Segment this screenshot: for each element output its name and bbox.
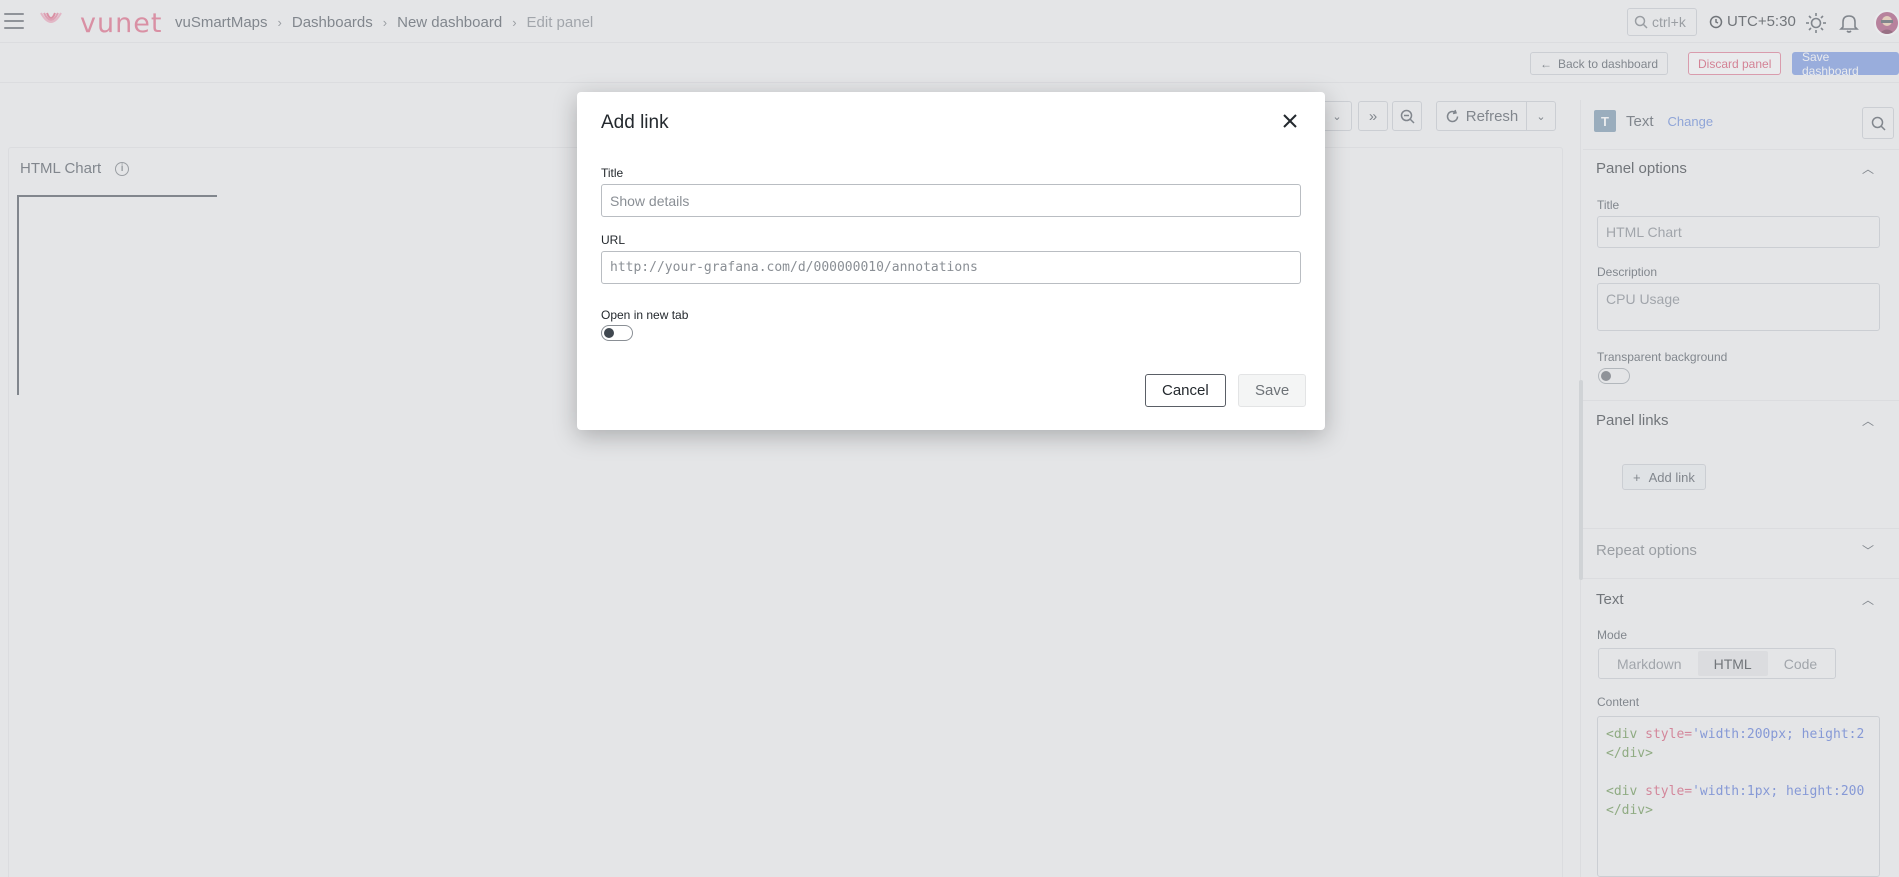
open-in-new-tab-toggle[interactable] — [601, 325, 633, 341]
link-title-label: Title — [601, 166, 624, 180]
close-icon[interactable] — [1280, 111, 1300, 131]
link-title-input[interactable] — [601, 184, 1301, 217]
modal-title: Add link — [601, 112, 669, 133]
open-in-new-tab-label: Open in new tab — [601, 308, 689, 322]
link-url-input[interactable] — [601, 251, 1301, 284]
add-link-modal: Add link Title URL Open in new tab Cance… — [577, 92, 1325, 430]
save-button[interactable]: Save — [1238, 374, 1307, 407]
cancel-button[interactable]: Cancel — [1145, 374, 1226, 407]
link-url-label: URL — [601, 233, 626, 247]
